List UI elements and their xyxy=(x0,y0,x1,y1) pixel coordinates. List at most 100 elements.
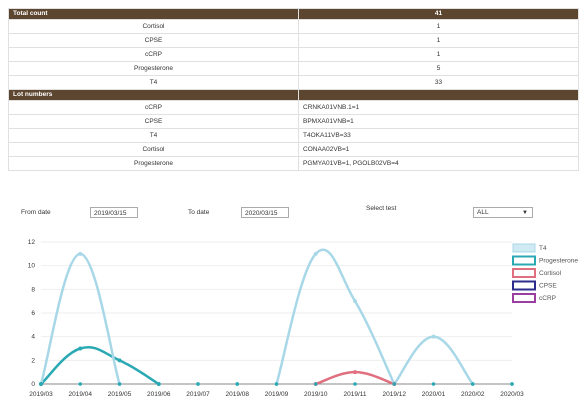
y-tick-label: 4 xyxy=(31,334,35,341)
test-name: CPSE xyxy=(8,33,299,48)
data-point xyxy=(353,299,357,304)
to-date-input[interactable]: 2020/03/15 xyxy=(241,207,289,218)
x-tick-label: 2019/07 xyxy=(186,391,210,398)
legend-label[interactable]: cCRP xyxy=(539,295,556,302)
summary-header-row: Total count 41 xyxy=(8,8,579,20)
data-point xyxy=(313,251,318,256)
data-point xyxy=(353,370,357,375)
data-point xyxy=(117,358,122,363)
y-tick-label: 8 xyxy=(31,286,35,293)
y-tick-label: 10 xyxy=(28,263,36,270)
lots-header-label: Lot numbers xyxy=(8,89,299,101)
table-row: CPSE 1 xyxy=(8,33,579,48)
lot-number: BPMXA01VNB=1 xyxy=(298,114,579,129)
data-point xyxy=(78,251,83,256)
data-point xyxy=(353,382,357,386)
y-tick-label: 6 xyxy=(31,310,35,317)
y-axis: 0 2 4 6 8 10 12 xyxy=(28,239,36,388)
legend-label[interactable]: Cortisol xyxy=(539,270,562,277)
series-line-progesterone xyxy=(40,346,160,386)
data-point xyxy=(39,382,43,386)
lot-number: T4OKA11VB=33 xyxy=(298,128,579,143)
chart-legend: T4 Progesterone Cortisol CPSE cCRP xyxy=(512,243,578,303)
table-row: T4 33 xyxy=(8,75,579,90)
table-row: cCRP 1 xyxy=(8,47,579,62)
table-row: CPSE BPMXA01VNB=1 xyxy=(8,114,579,129)
legend-label[interactable]: Progesterone xyxy=(539,258,578,265)
test-select-value: ALL xyxy=(477,209,489,216)
test-name: T4 xyxy=(8,128,299,143)
x-tick-label: 2019/12 xyxy=(383,391,407,398)
data-point xyxy=(235,382,240,386)
test-count: 1 xyxy=(298,33,579,48)
y-tick-label: 12 xyxy=(28,239,36,246)
lot-number: CONAA02VB=1 xyxy=(298,142,579,157)
x-tick-label: 2019/04 xyxy=(69,391,93,398)
x-axis: 2019/03 2019/04 2019/05 2019/06 2019/07 2019/… xyxy=(29,383,524,398)
series-line-t4 xyxy=(39,252,121,385)
data-point xyxy=(274,382,279,386)
chart-grid xyxy=(41,241,512,385)
summary-table: Total count 41 Cortisol 1 CPSE 1 cCRP 1 Pro… xyxy=(8,8,579,171)
legend-swatch[interactable] xyxy=(512,280,536,291)
x-tick-label: 2019/10 xyxy=(304,391,328,398)
test-select[interactable]: ALL ▼ xyxy=(473,207,533,218)
x-tick-label: 2020/02 xyxy=(461,391,485,398)
data-point xyxy=(431,382,436,386)
legend-label[interactable]: T4 xyxy=(539,245,547,252)
data-point xyxy=(117,382,122,386)
test-name: CPSE xyxy=(8,114,299,129)
data-point xyxy=(196,382,200,386)
data-point xyxy=(313,382,318,386)
test-name: T4 xyxy=(8,75,299,90)
table-row: Cortisol CONAA02VB=1 xyxy=(8,142,579,157)
lot-number: CRNKA01VNB.1=1 xyxy=(298,100,579,115)
data-point xyxy=(392,382,397,386)
legend-swatch[interactable] xyxy=(512,268,536,278)
test-name: cCRP xyxy=(8,100,299,115)
from-date-input[interactable]: 2019/03/15 xyxy=(90,207,138,218)
chevron-down-icon: ▼ xyxy=(522,210,528,216)
x-tick-label: 2019/09 xyxy=(265,391,289,398)
data-point xyxy=(78,346,83,351)
lot-number: PGMYA01VB=1, PGOLB02VB=4 xyxy=(298,156,579,171)
test-count: 1 xyxy=(298,47,579,62)
legend-swatch[interactable] xyxy=(512,243,536,253)
table-row: T4 T4OKA11VB=33 xyxy=(8,128,579,143)
test-count: 5 xyxy=(298,61,579,76)
table-row: Progesterone 5 xyxy=(8,61,579,76)
summary-header-label: Total count xyxy=(8,8,299,20)
data-point xyxy=(78,382,83,386)
y-tick-label: 2 xyxy=(31,357,35,364)
test-name: cCRP xyxy=(8,47,299,62)
x-tick-label: 2019/05 xyxy=(108,391,132,398)
series-points xyxy=(39,251,514,386)
test-name: Cortisol xyxy=(8,19,299,34)
data-point xyxy=(510,382,514,386)
test-name: Progesterone xyxy=(8,156,299,171)
legend-label[interactable]: CPSE xyxy=(539,283,557,290)
legend-swatch[interactable] xyxy=(512,293,536,303)
x-tick-label: 2019/06 xyxy=(147,391,171,398)
data-point xyxy=(156,382,161,386)
legend-swatch[interactable] xyxy=(512,255,536,266)
to-date-label: To date xyxy=(188,209,210,216)
from-date-label: From date xyxy=(21,209,51,216)
table-row: Cortisol 1 xyxy=(8,19,579,34)
summary-header-value: 41 xyxy=(298,8,579,20)
x-tick-label: 2019/11 xyxy=(343,391,366,398)
table-row: Progesterone PGMYA01VB=1, PGOLB02VB=4 xyxy=(8,156,579,171)
lots-header-row: Lot numbers xyxy=(8,89,579,101)
series-lines xyxy=(39,248,474,386)
x-tick-label: 2019/08 xyxy=(226,391,250,398)
data-point xyxy=(431,334,436,339)
table-row: cCRP CRNKA01VNB.1=1 xyxy=(8,100,579,115)
test-count: 1 xyxy=(298,19,579,34)
select-test-label: Select test xyxy=(366,205,397,212)
filter-bar: From date 2019/03/15 To date 2020/03/15 … xyxy=(0,205,571,227)
series-line-t4 xyxy=(275,248,396,385)
x-tick-label: 2020/01 xyxy=(422,391,446,398)
lots-header-blank xyxy=(298,89,579,101)
test-count: 33 xyxy=(298,75,579,90)
x-tick-label: 2019/03 xyxy=(29,391,53,398)
